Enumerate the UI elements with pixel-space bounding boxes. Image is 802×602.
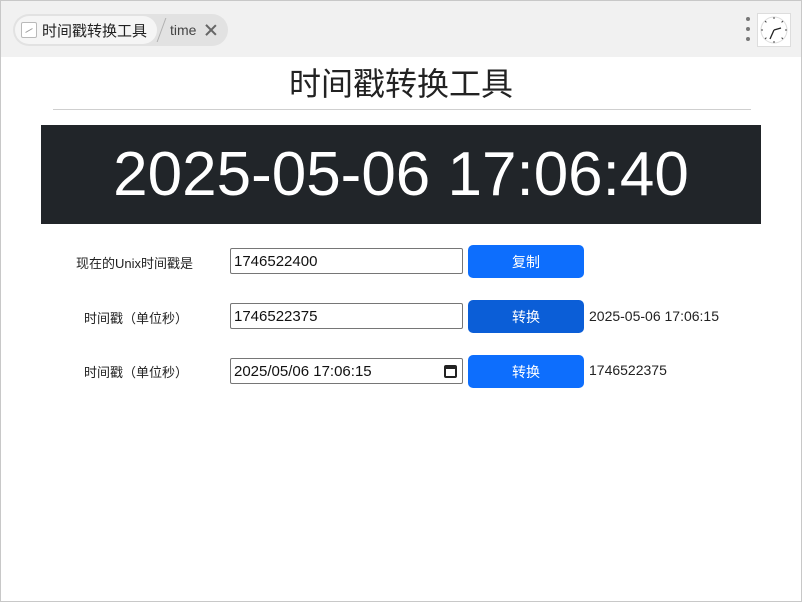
clock-icon[interactable] (757, 13, 791, 47)
datetime-label: 时间戳（单位秒） (84, 365, 189, 380)
tab-separator (156, 18, 167, 42)
page-title: 时间戳转换工具 (288, 66, 513, 102)
tab-group: 时间戳转换工具 time (13, 14, 229, 46)
title-divider (53, 109, 751, 110)
close-icon[interactable] (204, 23, 218, 37)
tab-bar: 时间戳转换工具 time (1, 1, 801, 57)
timestamp-input[interactable] (230, 303, 463, 329)
current-unix-label: 现在的Unix时间戳是 (76, 256, 194, 271)
convert-datetime-button[interactable]: 转换 (468, 355, 584, 388)
datetime-input-value: 2025/05/06 17:06:15 (234, 362, 372, 380)
tab-title: 时间戳转换工具 (42, 22, 148, 40)
datetime-input[interactable]: 2025/05/06 17:06:15 (230, 358, 463, 384)
current-datetime-display: 2025-05-06 17:06:40 (41, 125, 761, 224)
datetime-result: 1746522375 (589, 362, 667, 378)
copy-button[interactable]: 复制 (468, 245, 584, 278)
page-favicon-icon (21, 22, 37, 38)
current-unix-input[interactable] (230, 248, 463, 274)
more-options-icon[interactable] (745, 17, 751, 41)
clock-face-icon (760, 16, 788, 44)
tab-time[interactable]: time (170, 22, 196, 38)
timestamp-result: 2025-05-06 17:06:15 (589, 308, 719, 324)
convert-timestamp-button[interactable]: 转换 (468, 300, 584, 333)
timestamp-seconds-label: 时间戳（单位秒） (84, 311, 189, 326)
calendar-icon[interactable] (444, 364, 457, 378)
tab-timestamp-tool[interactable]: 时间戳转换工具 (15, 16, 158, 44)
